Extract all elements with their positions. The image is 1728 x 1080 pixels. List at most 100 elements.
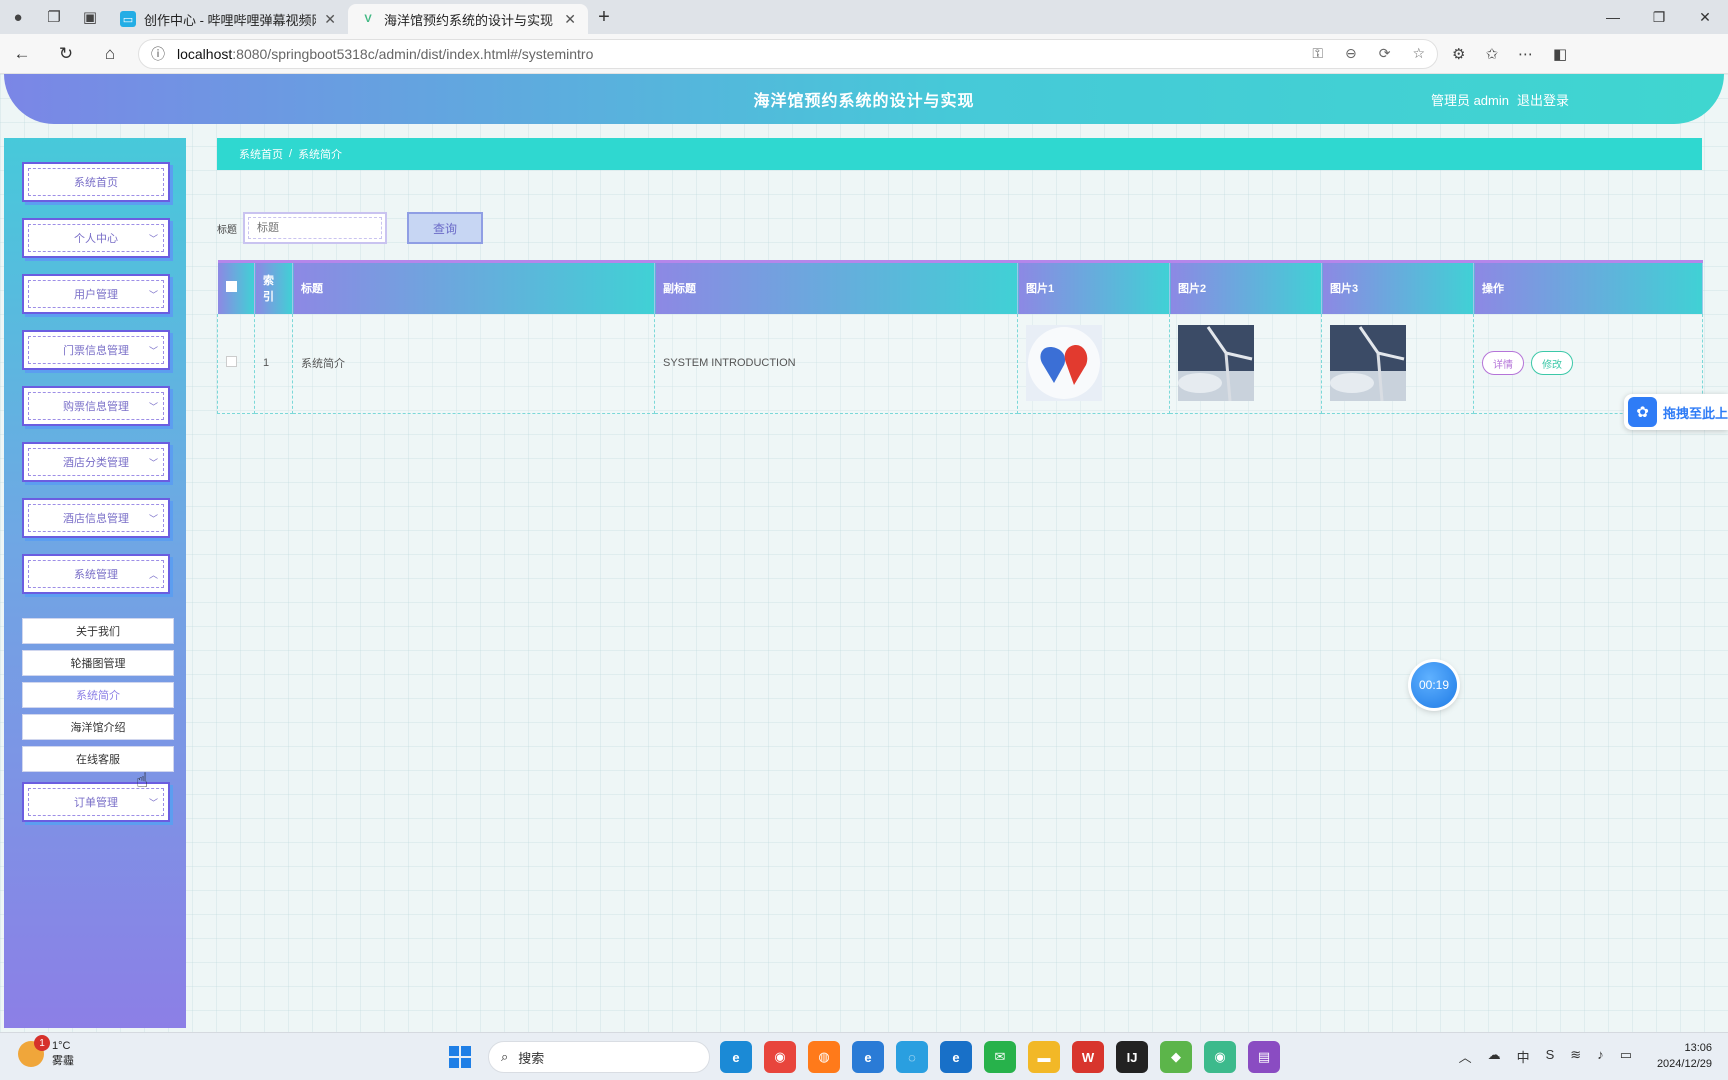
taskbar-search-text: 搜索 <box>518 1050 545 1066</box>
logout-link[interactable]: 退出登录 <box>1517 90 1569 109</box>
wind-turbine-image[interactable] <box>1330 325 1406 402</box>
url-path: :8080/springboot5318c/admin/dist/index.h… <box>232 45 594 62</box>
volume-icon[interactable]: ♪ <box>1597 1047 1604 1066</box>
search-bar: 标题 查询 <box>217 212 483 244</box>
minimize-icon[interactable]: — <box>1590 0 1636 34</box>
cell-pic2 <box>1169 313 1322 414</box>
submenu-about-us[interactable]: 关于我们 <box>22 618 174 644</box>
chat-icon[interactable]: ◌ <box>896 1041 928 1073</box>
home-icon[interactable]: ⌂ <box>88 34 132 74</box>
browser-tab-bilibili[interactable]: ▭ 创作中心 - 哔哩哔哩弹幕视频网 ✕ <box>108 4 348 34</box>
column-header-index: 索引 <box>254 260 293 314</box>
workspaces-icon[interactable]: ❐ <box>36 0 72 34</box>
favorites-icon[interactable]: ✩ <box>1485 45 1498 63</box>
column-header-actions: 操作 <box>1473 260 1703 314</box>
start-icon[interactable] <box>449 1046 471 1068</box>
tab-title: 海洋馆预约系统的设计与实现 <box>384 12 554 28</box>
menu-ticket-info[interactable]: 门票信息管理 ﹀ <box>22 330 170 370</box>
wps-icon[interactable]: W <box>1072 1041 1104 1073</box>
winrar-icon[interactable]: ▤ <box>1248 1041 1280 1073</box>
submenu-carousel[interactable]: 轮播图管理 <box>22 650 174 676</box>
row-checkbox[interactable] <box>226 356 237 368</box>
favorite-star-icon[interactable]: ☆ <box>1412 45 1425 62</box>
restore-icon[interactable]: ❐ <box>1636 0 1682 34</box>
menu-hotel-category[interactable]: 酒店分类管理 ﹀ <box>22 442 170 482</box>
zoom-icon[interactable]: ⊖ <box>1345 45 1357 62</box>
info-icon[interactable]: ⓘ <box>151 44 165 64</box>
submenu-aquarium-intro[interactable]: 海洋馆介绍 <box>22 714 174 740</box>
query-button[interactable]: 查询 <box>407 212 483 244</box>
sidebar-toggle-icon[interactable]: ◧ <box>1553 45 1567 63</box>
detail-button[interactable]: 详情 <box>1482 351 1524 376</box>
taskbar-search[interactable]: ⌕ 搜索 <box>488 1041 710 1073</box>
search-icon: ⌕ <box>501 1049 509 1064</box>
translate-icon[interactable]: ⟳ <box>1379 45 1391 62</box>
edit-button[interactable]: 修改 <box>1531 351 1574 376</box>
app-icon[interactable]: ◆ <box>1160 1041 1192 1073</box>
breadcrumb-separator: / <box>289 148 293 160</box>
firefox-icon[interactable]: ◍ <box>808 1041 840 1073</box>
edge-icon[interactable]: e <box>720 1041 752 1073</box>
app-tray-icon[interactable]: S <box>1546 1047 1555 1066</box>
drag-upload-widget[interactable]: ✿ 拖拽至此上 <box>1624 394 1728 430</box>
menu-label: 系统管理 <box>74 569 118 581</box>
browser-tab-active[interactable]: V 海洋馆预约系统的设计与实现 ✕ <box>348 4 588 34</box>
extensions-icon[interactable]: ⚙ <box>1452 45 1465 63</box>
weather-temp: 1°C <box>52 1040 71 1052</box>
ime-icon[interactable]: 中 <box>1517 1047 1530 1066</box>
app-title: 海洋馆预约系统的设计与实现 <box>753 93 975 110</box>
key-icon[interactable]: ⚿ <box>1312 45 1323 62</box>
search-label: 标题 <box>217 224 237 236</box>
tab-actions-icon[interactable]: ▣ <box>72 0 108 34</box>
tray-chevron-up-icon[interactable]: ︿ <box>1459 1047 1472 1066</box>
chevron-down-icon: ﹀ <box>148 234 158 244</box>
hearts-image[interactable] <box>1026 325 1102 402</box>
chrome-icon[interactable]: ◉ <box>764 1041 796 1073</box>
weather-widget[interactable]: 1 1°C 雾霾 <box>18 1035 74 1069</box>
url-input[interactable]: ⓘ localhost:8080/springboot5318c/admin/d… <box>138 38 1438 69</box>
chevron-down-icon: ﹀ <box>148 402 158 412</box>
hand-cursor-icon: ☝ <box>136 770 149 792</box>
wifi-icon[interactable]: ≋ <box>1570 1047 1581 1066</box>
tab-close-icon[interactable]: ✕ <box>564 11 576 28</box>
wind-turbine-image[interactable] <box>1178 325 1254 402</box>
intellij-icon[interactable]: IJ <box>1116 1041 1148 1073</box>
sidebar: 系统首页 个人中心 ﹀ 用户管理 ﹀ 门票信息管理 ﹀ 购票信息管理 ﹀ 酒店分类管理 ﹀… <box>4 138 186 1028</box>
menu-system-management[interactable]: 系统管理 ︿ <box>22 554 170 594</box>
menu-ticket-purchase[interactable]: 购票信息管理 ﹀ <box>22 386 170 426</box>
cell-index: 1 <box>254 313 293 414</box>
select-all-checkbox[interactable] <box>225 281 237 293</box>
back-icon[interactable]: ← <box>0 34 44 74</box>
folder-icon[interactable]: ▬ <box>1028 1041 1060 1073</box>
app-icon[interactable]: ◉ <box>1204 1041 1236 1073</box>
cloud-icon[interactable]: ☁ <box>1488 1047 1501 1066</box>
close-window-icon[interactable]: ✕ <box>1682 0 1728 34</box>
new-tab-button[interactable]: + <box>588 2 620 32</box>
column-header-title: 标题 <box>292 260 655 314</box>
wechat-icon[interactable]: ✉ <box>984 1041 1016 1073</box>
menu-hotel-info[interactable]: 酒店信息管理 ﹀ <box>22 498 170 538</box>
submenu-online-service[interactable]: 在线客服 <box>22 746 174 772</box>
clock[interactable]: 13:06 2024/12/29 <box>1657 1040 1712 1072</box>
ie-icon[interactable]: e <box>852 1041 884 1073</box>
title-search-input[interactable] <box>248 217 382 239</box>
breadcrumb-home[interactable]: 系统首页 <box>239 146 283 162</box>
profile-icon[interactable]: ● <box>0 0 36 34</box>
battery-icon[interactable]: ▭ <box>1620 1047 1632 1066</box>
more-icon[interactable]: ⋯ <box>1518 45 1533 63</box>
edge-dev-icon[interactable]: e <box>940 1041 972 1073</box>
drag-text: 拖拽至此上 <box>1662 405 1728 421</box>
browser-tabbar: ● ❐ ▣ ▭ 创作中心 - 哔哩哔哩弹幕视频网 ✕ V 海洋馆预约系统的设计与… <box>0 0 1728 34</box>
menu-personal-center[interactable]: 个人中心 ﹀ <box>22 218 170 258</box>
submenu-system-intro[interactable]: 系统简介 <box>22 682 174 708</box>
menu-user-management[interactable]: 用户管理 ﹀ <box>22 274 170 314</box>
bilibili-icon: ▭ <box>120 11 136 27</box>
recording-timer[interactable]: 00:19 <box>1411 662 1457 708</box>
select-all-header <box>217 260 255 314</box>
menu-home[interactable]: 系统首页 <box>22 162 170 202</box>
column-header-pic1: 图片1 <box>1017 260 1170 314</box>
refresh-icon[interactable]: ↻ <box>44 34 88 74</box>
tab-close-icon[interactable]: ✕ <box>324 11 336 28</box>
weather-icon: 1 <box>18 1035 50 1067</box>
menu-label: 酒店信息管理 <box>63 513 129 525</box>
